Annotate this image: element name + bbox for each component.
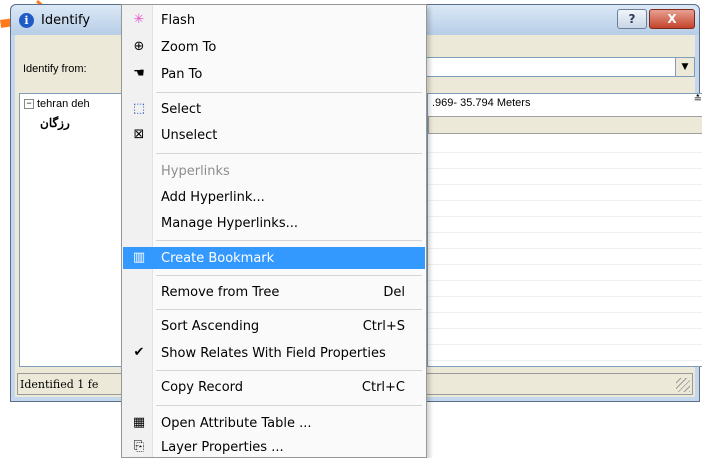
table-icon: ▦ [132,415,146,430]
table-row [428,200,702,217]
menu-item-label: Pan To [161,67,203,82]
menu-item-pan-to[interactable]: ☚ Pan To [123,63,425,85]
menu-item-label: Layer Properties ... [161,440,284,455]
menu-separator [156,405,422,406]
menu-separator [156,240,422,241]
table-row [428,216,702,233]
menu-item-label: Show Relates With Field Properties [161,346,386,361]
menu-item-label: Add Hyperlink... [161,190,265,205]
menu-item-label: Copy Record [161,380,244,395]
collapse-icon[interactable]: − [24,99,34,110]
attribute-grid[interactable]: .969- 35.794 Meters ≛ [427,93,702,367]
table-row [428,152,702,169]
table-row [428,168,702,185]
menu-separator [156,370,422,371]
tree-node-feature[interactable]: رزگان [40,116,70,130]
menu-item-hyperlinks: Hyperlinks [123,160,425,182]
menu-separator [156,153,422,154]
menu-item-copy-record[interactable]: Copy Record Ctrl+C [123,376,425,398]
pan-hand-icon: ☚ [133,66,145,81]
tree-node-layer[interactable]: − tehran deh [24,98,90,110]
menu-item-label: Remove from Tree [161,285,280,300]
tree-node-label: tehran deh [37,98,90,110]
menu-item-open-attribute-table[interactable]: ▦ Open Attribute Table ... [123,412,425,434]
table-row [428,248,702,265]
table-row [428,328,702,345]
context-menu: ✳ Flash ⊕ Zoom To ☚ Pan To ⬚ Select ⊠ Un… [121,4,427,458]
results-tree[interactable]: − tehran deh رزگان [19,93,137,367]
menu-item-label: Select [161,102,202,117]
menu-item-label: Sort Ascending [161,319,260,334]
unselect-icon: ⊠ [133,127,145,142]
menu-item-label: Manage Hyperlinks... [161,216,298,231]
menu-shortcut: Ctrl+S [362,319,405,334]
select-icon: ⬚ [132,101,146,116]
menu-item-show-relates[interactable]: ✔ Show Relates With Field Properties [123,342,425,364]
menu-item-label: Flash [161,13,196,28]
table-row [428,136,702,153]
menu-item-label: Create Bookmark [161,251,275,266]
menu-item-create-bookmark[interactable]: ▥ Create Bookmark [123,247,425,269]
checkmark-icon: ✔ [133,345,145,360]
menu-shortcut: Del [383,285,405,300]
menu-item-label: Unselect [161,128,218,143]
zoom-to-icon: ⊕ [133,39,145,54]
help-button[interactable]: ? [617,9,647,29]
location-readout: .969- 35.794 Meters [432,97,531,109]
table-row [428,296,702,313]
menu-item-unselect[interactable]: ⊠ Unselect [123,124,425,146]
menu-separator [156,275,422,276]
resize-grip-icon[interactable] [676,378,690,392]
identify-from-label: Identify from: [23,63,87,75]
menu-separator [156,309,422,310]
table-row [428,312,702,329]
menu-item-manage-hyperlinks[interactable]: Manage Hyperlinks... [123,212,425,234]
menu-item-remove-from-tree[interactable]: Remove from Tree Del [123,281,425,303]
table-row [428,280,702,297]
menu-item-flash[interactable]: ✳ Flash [123,9,425,31]
menu-item-add-hyperlink[interactable]: Add Hyperlink... [123,186,425,208]
menu-item-label: Zoom To [161,40,217,55]
menu-item-layer-properties[interactable]: ⎘ Layer Properties ... [123,436,425,458]
location-dropdown-icon[interactable]: ≛ [694,94,702,105]
menu-shortcut: Ctrl+C [361,380,405,395]
window-title: Identify [41,13,91,28]
table-row [428,264,702,281]
menu-item-zoom-to[interactable]: ⊕ Zoom To [123,36,425,58]
menu-item-sort-ascending[interactable]: Sort Ascending Ctrl+S [123,315,425,337]
menu-item-label: Hyperlinks [161,164,230,179]
table-row [428,344,702,361]
chevron-down-icon[interactable]: ▼ [675,58,694,76]
bookmark-icon: ▥ [132,250,146,265]
close-button[interactable]: X [649,9,695,29]
info-icon: i [19,13,34,28]
status-text: Identified 1 fe [20,378,99,391]
flash-icon: ✳ [133,12,145,27]
layer-properties-icon: ⎘ [133,439,145,454]
menu-separator [156,92,422,93]
menu-item-label: Open Attribute Table ... [161,416,312,431]
table-row [428,232,702,249]
menu-item-select[interactable]: ⬚ Select [123,98,425,120]
table-row [428,184,702,201]
grid-header [428,116,702,134]
